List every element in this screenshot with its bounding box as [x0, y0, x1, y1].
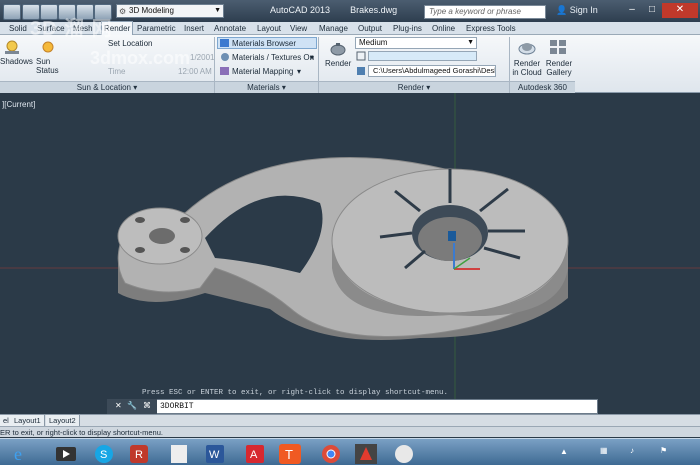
paint-icon[interactable]: [388, 442, 420, 464]
sun-status-button[interactable]: Sun Status: [36, 57, 66, 75]
skype-icon[interactable]: S: [88, 442, 120, 464]
layout-tabs: el Layout1 Layout2: [0, 414, 700, 426]
watermark-url: 3dmox.com: [90, 48, 191, 68]
status-bar: ER to exit, or right-click to display sh…: [0, 426, 700, 437]
search-input[interactable]: Type a keyword or phrase: [424, 5, 546, 19]
maximize-icon[interactable]: □: [642, 3, 662, 18]
drawing-viewport[interactable]: [0, 93, 700, 413]
t-icon[interactable]: T: [275, 442, 307, 464]
close-icon[interactable]: ✕: [115, 401, 122, 410]
gallery-icon: [550, 40, 566, 54]
shadows-button[interactable]: Shadows: [0, 57, 33, 66]
tab-annotate[interactable]: Annotate: [214, 22, 246, 35]
render-quality-dropdown[interactable]: Medium ▼: [355, 37, 477, 49]
svg-text:T: T: [285, 447, 293, 462]
sign-in-label: Sign In: [569, 5, 598, 15]
rhino-icon[interactable]: R: [124, 442, 156, 464]
autocad-icon[interactable]: [350, 442, 382, 464]
sign-in-button[interactable]: 👤 Sign In: [556, 5, 598, 16]
tray-icon[interactable]: ▲: [560, 447, 568, 456]
chevron-down-icon: ▼: [467, 39, 474, 46]
chrome-icon[interactable]: [315, 442, 347, 464]
textures-icon: [221, 53, 229, 61]
materials-icon: [220, 39, 229, 47]
3d-model-render: [0, 93, 700, 413]
command-history: Press ESC or ENTER to exit, or right-cli…: [142, 389, 449, 397]
tab-layout2[interactable]: Layout2: [46, 415, 80, 426]
chevron-down-icon[interactable]: ▾: [310, 53, 314, 62]
tab-plugins[interactable]: Plug-ins: [393, 22, 422, 35]
tab-view[interactable]: View: [290, 22, 307, 35]
command-line-controls: ✕ 🔧 ⌘: [107, 399, 157, 414]
material-mapping-button[interactable]: Material Mapping: [232, 67, 293, 76]
user-icon: 👤: [556, 5, 568, 15]
viewport-label[interactable]: ][Current]: [2, 100, 35, 109]
system-tray: ▲ ▦ ♪ ⚑: [540, 441, 700, 463]
acrobat-icon[interactable]: A: [240, 442, 272, 464]
workspace-value: 3D Modeling: [129, 6, 174, 15]
save-icon[interactable]: [356, 66, 366, 76]
media-player-icon[interactable]: [50, 442, 82, 464]
wrench-icon[interactable]: 🔧: [127, 401, 137, 410]
materials-textures-button[interactable]: Materials / Textures On: [232, 53, 314, 62]
window-controls: – □ ✕: [622, 3, 700, 19]
tab-output[interactable]: Output: [358, 22, 382, 35]
render-quality-value: Medium: [359, 38, 388, 47]
app-name: AutoCAD 2013: [270, 5, 331, 15]
flag-icon[interactable]: ⚑: [660, 446, 667, 455]
materials-browser-button[interactable]: Materials Browser: [217, 37, 317, 49]
date-value: 1/2001: [190, 53, 215, 62]
svg-text:A: A: [250, 449, 258, 461]
render-gallery-button[interactable]: Render Gallery: [545, 59, 573, 77]
chevron-down-icon: ▼: [214, 7, 221, 14]
chevron-down-icon[interactable]: ▾: [297, 67, 301, 76]
command-text: 3DORBIT: [160, 402, 194, 411]
render-region-icon[interactable]: [356, 51, 366, 61]
svg-text:e: e: [14, 444, 22, 464]
materials-browser-label: Materials Browser: [232, 39, 297, 48]
tab-solid[interactable]: Solid: [9, 22, 27, 35]
shadows-icon: [5, 40, 19, 54]
render-button[interactable]: Render: [325, 59, 351, 68]
render-progress-bar: [368, 51, 477, 61]
mapping-icon: [220, 67, 229, 75]
tab-online[interactable]: Online: [432, 22, 455, 35]
volume-icon[interactable]: ♪: [630, 446, 634, 455]
close-icon[interactable]: ✕: [662, 3, 698, 18]
svg-text:R: R: [135, 449, 143, 461]
file-name: Brakes.dwg: [350, 5, 398, 15]
tab-parametric[interactable]: Parametric: [137, 22, 176, 35]
minimize-icon[interactable]: –: [622, 3, 642, 18]
cloud-render-icon: [518, 43, 536, 55]
set-location-button[interactable]: Set Location: [108, 39, 152, 48]
teapot-icon: [330, 43, 346, 56]
tab-layout[interactable]: Layout: [257, 22, 281, 35]
tab-insert[interactable]: Insert: [184, 22, 204, 35]
svg-text:S: S: [100, 449, 107, 461]
workspace-dropdown[interactable]: ⚙ 3D Modeling ▼: [116, 4, 224, 18]
tab-express-tools[interactable]: Express Tools: [466, 22, 516, 35]
taskbar-icon[interactable]: [168, 442, 190, 464]
ie-icon[interactable]: e: [10, 442, 42, 464]
app-menu-icon[interactable]: [3, 4, 21, 20]
tab-layout1[interactable]: Layout1: [11, 415, 45, 426]
svg-text:W: W: [209, 449, 220, 461]
command-icon: ⌘: [143, 401, 151, 410]
gear-icon: ⚙: [119, 7, 127, 16]
render-in-cloud-button[interactable]: Render in Cloud: [512, 59, 542, 77]
network-icon[interactable]: ▦: [600, 446, 608, 455]
render-output-path-field[interactable]: C:\Users\Abdulmageed Gorashi\Deskt: [368, 65, 496, 77]
tab-manage[interactable]: Manage: [319, 22, 348, 35]
watermark-logo: 3D 溜 网: [30, 18, 113, 40]
word-icon[interactable]: W: [200, 442, 232, 464]
window-title: AutoCAD 2013 Brakes.dwg: [270, 5, 397, 15]
